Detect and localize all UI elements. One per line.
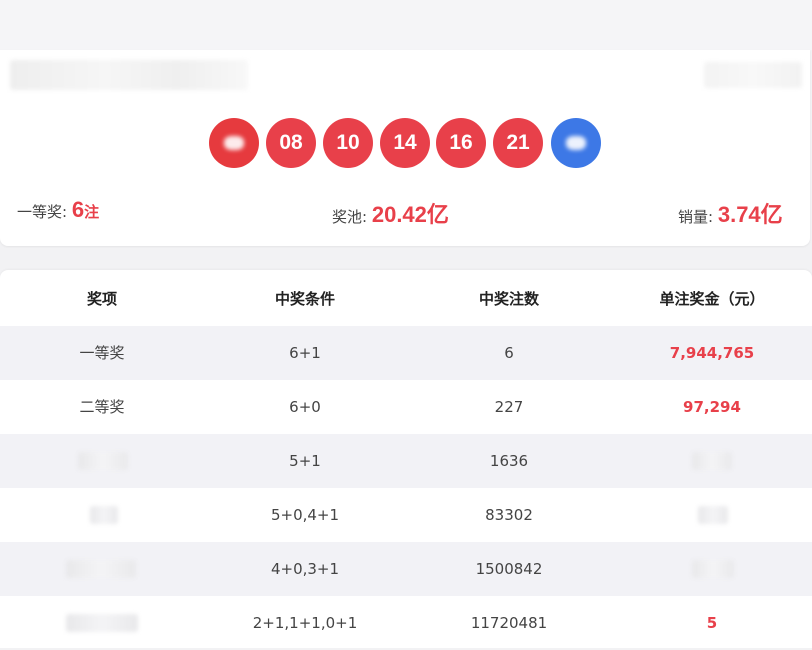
win-condition: 6+0 [289,398,321,416]
win-count: 1500842 [475,560,543,578]
blurred-header-link [704,62,802,88]
win-condition: 5+1 [289,452,321,470]
table-row: 5+1 1636 [0,434,812,488]
first-prize-stat: 一等奖: 6注 [17,197,99,223]
prize-amount: 7,944,765 [669,344,755,362]
prize-pool-stat: 奖池: 20.42亿 [332,197,449,229]
blurred-prize-level [90,506,118,524]
first-prize-count: 6 [71,197,85,222]
header-prize: 单注奖金（元） [659,290,765,308]
prize-amount: 97,294 [683,398,741,416]
blurred-prize-level [66,614,138,632]
prize-amount: 5 [706,614,718,632]
blurred-prize-amount [698,506,728,524]
draw-result-card: 08 10 14 16 21 一等奖: 6注 奖池: 20.42亿 销量: 3.… [0,50,810,246]
win-count: 6 [504,344,514,362]
red-ball-4: 14 [380,118,430,168]
blurred-prize-amount [692,560,734,578]
red-ball-2: 08 [266,118,316,168]
red-ball-1 [209,118,259,168]
win-condition: 5+0,4+1 [270,506,340,524]
blurred-title [10,60,248,90]
prize-table: 奖项 中奖条件 中奖注数 单注奖金（元） 一等奖 6+1 6 7,944,765… [0,270,812,648]
blurred-prize-level [78,452,128,470]
table-header: 奖项 中奖条件 中奖注数 单注奖金（元） [0,272,812,326]
header-condition: 中奖条件 [274,290,335,308]
win-count: 11720481 [470,614,548,632]
table-row: 2+1,1+1,0+1 11720481 5 [0,596,812,650]
first-prize-unit: 注 [84,203,100,221]
prize-pool-value: 20.42亿 [371,202,449,227]
table-row: 4+0,3+1 1500842 [0,542,812,596]
header-level: 奖项 [86,290,117,308]
table-row: 一等奖 6+1 6 7,944,765 [0,326,812,380]
prize-pool-label: 奖池: [332,208,368,226]
prize-level: 二等奖 [79,398,125,416]
header-count: 中奖注数 [478,290,539,308]
prize-level: 一等奖 [79,344,125,362]
first-prize-label: 一等奖: [17,203,68,221]
win-count: 1636 [489,452,529,470]
blurred-prize-level [66,560,136,578]
blurred-ball-number [224,136,244,150]
blue-ball [551,118,601,168]
blurred-prize-amount [692,452,732,470]
win-condition: 2+1,1+1,0+1 [252,614,358,632]
red-ball-3: 10 [323,118,373,168]
win-count: 83302 [485,506,533,524]
win-condition: 4+0,3+1 [270,560,340,578]
table-row: 二等奖 6+0 227 97,294 [0,380,812,434]
sales-label: 销量: [678,208,714,226]
win-condition: 6+1 [289,344,321,362]
top-bar [0,0,812,50]
red-ball-6: 21 [493,118,543,168]
red-ball-5: 16 [436,118,486,168]
table-row: 5+0,4+1 83302 [0,488,812,542]
blurred-ball-number [566,136,586,150]
sales-value: 3.74亿 [717,202,783,227]
win-count: 227 [494,398,524,416]
sales-stat: 销量: 3.74亿 [678,197,783,229]
